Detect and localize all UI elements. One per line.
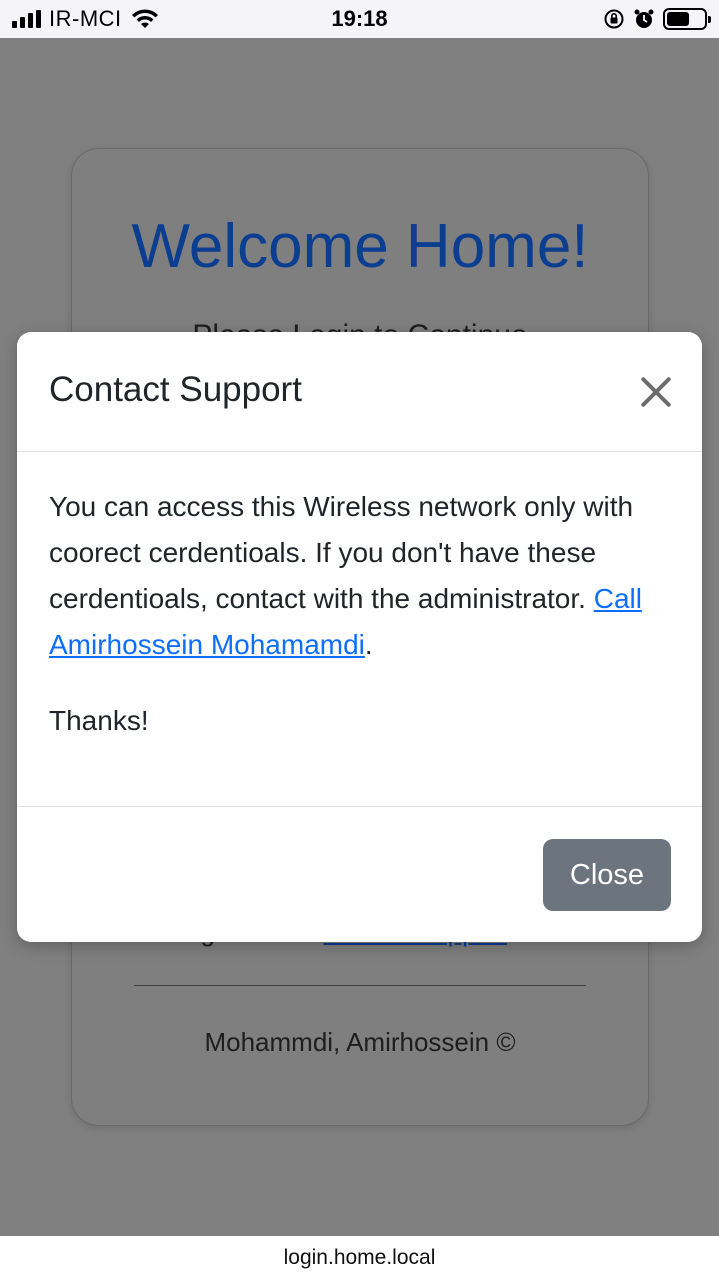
close-icon[interactable] <box>638 374 674 410</box>
modal-message-text: You can access this Wireless network onl… <box>49 491 634 614</box>
divider <box>134 985 586 986</box>
welcome-title: Welcome Home! <box>131 212 589 281</box>
battery-icon <box>663 8 711 30</box>
modal-message: You can access this Wireless network onl… <box>49 484 679 668</box>
orientation-lock-icon <box>604 9 624 29</box>
contact-support-modal: Contact Support You can access this Wire… <box>17 332 702 942</box>
modal-header: Contact Support <box>17 332 702 452</box>
footer-credit: Mohammdi, Amirhossein © <box>204 1027 516 1057</box>
modal-title: Contact Support <box>49 370 302 409</box>
url-bar[interactable]: login.home.local <box>0 1236 719 1280</box>
status-right <box>603 0 711 38</box>
modal-message-end: . <box>364 629 373 660</box>
alarm-icon <box>634 9 654 28</box>
modal-thanks: Thanks! <box>49 705 149 736</box>
modal-body: You can access this Wireless network onl… <box>49 484 679 744</box>
status-bar: IR-MCI 19:18 <box>0 0 719 38</box>
modal-footer: Close <box>17 806 702 942</box>
close-button[interactable]: Close <box>543 839 671 911</box>
